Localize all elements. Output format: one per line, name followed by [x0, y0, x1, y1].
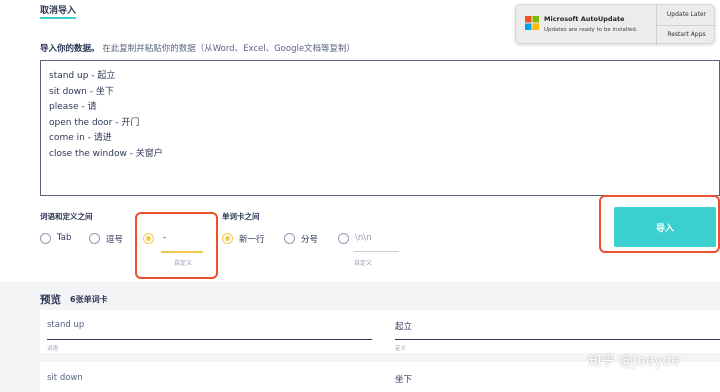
- notification-button-divider: [657, 25, 716, 26]
- preview-card-definition[interactable]: 坐下: [395, 373, 412, 385]
- card-separator-label: 单词卡之间: [222, 212, 260, 221]
- cancel-import-underline: [40, 17, 76, 19]
- radio-tab[interactable]: [40, 233, 51, 244]
- radio-newline[interactable]: [222, 233, 233, 244]
- preview-card-term[interactable]: sit down: [47, 373, 83, 383]
- notification-title: Microsoft AutoUpdate: [544, 15, 625, 23]
- notification-body: Updates are ready to be installed.: [544, 27, 638, 33]
- card-custom-separator-input[interactable]: \n\n: [355, 233, 372, 243]
- radio-semicolon[interactable]: [284, 233, 295, 244]
- preview-count: 6张单词卡: [70, 295, 108, 304]
- data-line: come in - 请进: [49, 133, 112, 143]
- data-line: open the door - 开门: [49, 117, 140, 128]
- zhihu-watermark: 知乎 @Joeyde: [588, 354, 680, 369]
- preview-card: [40, 310, 720, 353]
- import-data-textarea[interactable]: stand up - 起立 sit down - 坐下 please - 请 o…: [40, 60, 720, 196]
- data-line: close the window - 关窗户: [49, 148, 163, 159]
- radio-newline-label[interactable]: 新一行: [239, 233, 265, 245]
- autoupdate-app-icon: [525, 16, 539, 30]
- preview-card-definition[interactable]: 起立: [395, 320, 412, 332]
- update-later-button[interactable]: Update Later: [657, 11, 716, 18]
- radio-comma[interactable]: [89, 233, 100, 244]
- radio-comma-label[interactable]: 逗号: [106, 233, 123, 245]
- import-hint: 导入你的数据。 在此复制并粘贴你的数据（从Word、Excel、Google文档…: [40, 42, 355, 54]
- card-custom-separator-caption: 自定义: [354, 260, 373, 267]
- card-custom-separator-underline: [354, 251, 399, 252]
- preview-card-term-rule: [47, 339, 372, 340]
- highlight-import-button: [599, 195, 720, 253]
- radio-semicolon-label[interactable]: 分号: [301, 233, 318, 245]
- import-hint-subtitle: 在此复制并粘贴你的数据（从Word、Excel、Google文档等复制）: [102, 44, 356, 54]
- data-line: stand up - 起立: [49, 71, 116, 81]
- preview-card-def-caption: 定义: [395, 346, 407, 352]
- data-line: sit down - 坐下: [49, 86, 114, 97]
- import-hint-title: 导入你的数据。: [40, 44, 100, 54]
- restart-apps-button[interactable]: Restart Apps: [657, 31, 716, 38]
- cancel-import-link[interactable]: 取消导入: [40, 3, 76, 16]
- preview-title: 预览: [40, 294, 61, 306]
- preview-card-def-rule: [395, 339, 720, 340]
- term-def-separator-label: 词语和定义之间: [40, 212, 93, 221]
- radio-tab-label[interactable]: Tab: [57, 233, 71, 243]
- preview-card-term[interactable]: stand up: [47, 320, 84, 330]
- radio-custom-card[interactable]: [338, 233, 349, 244]
- highlight-custom-separator: [135, 212, 218, 279]
- autoupdate-notification: Microsoft AutoUpdate Updates are ready t…: [515, 4, 716, 45]
- data-line: please - 请: [49, 102, 97, 112]
- preview-card-term-caption: 词语: [47, 346, 59, 352]
